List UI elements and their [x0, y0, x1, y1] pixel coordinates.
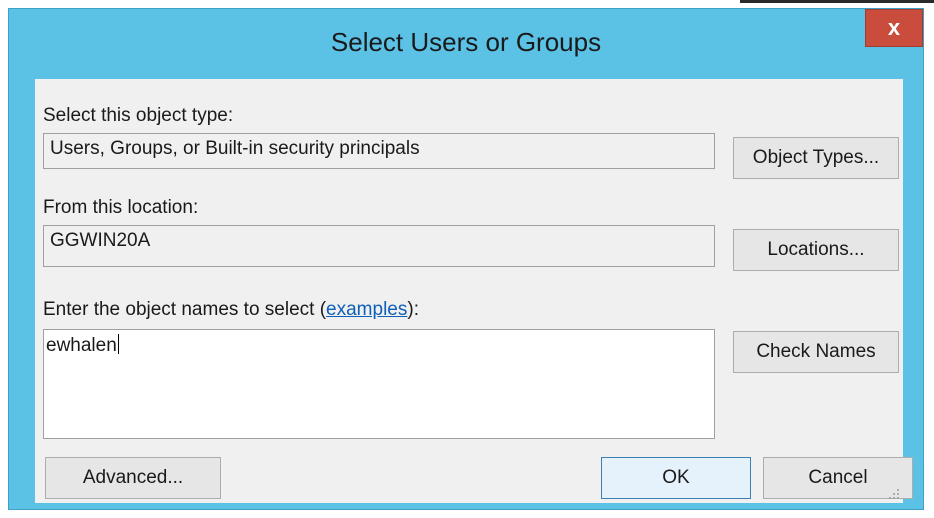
object-names-value: ewhalen [46, 335, 117, 356]
object-types-button[interactable]: Object Types... [733, 137, 899, 179]
locations-button[interactable]: Locations... [733, 229, 899, 271]
check-names-button[interactable]: Check Names [733, 331, 899, 373]
text-caret [117, 334, 119, 354]
examples-link[interactable]: examples [326, 299, 407, 320]
window-top-edge [740, 0, 934, 3]
dialog-body: Select this object type: Users, Groups, … [35, 79, 913, 503]
close-icon: x [887, 15, 901, 40]
resize-grip-icon[interactable] [888, 488, 900, 500]
close-button[interactable]: x [865, 9, 923, 47]
object-type-label: Select this object type: [43, 105, 234, 126]
dialog-title: Select Users or Groups [330, 27, 602, 57]
object-type-field: Users, Groups, or Built-in security prin… [43, 133, 715, 169]
object-names-label: Enter the object names to select (exampl… [43, 299, 419, 320]
title-bar[interactable]: Select Users or Groups x [9, 9, 923, 75]
ok-button[interactable]: OK [601, 457, 751, 499]
object-names-input[interactable]: ewhalen [43, 329, 715, 439]
location-label: From this location: [43, 197, 199, 218]
location-field: GGWIN20A [43, 225, 715, 267]
advanced-button[interactable]: Advanced... [45, 457, 221, 499]
select-users-dialog: Select Users or Groups x Select this obj… [8, 8, 924, 510]
